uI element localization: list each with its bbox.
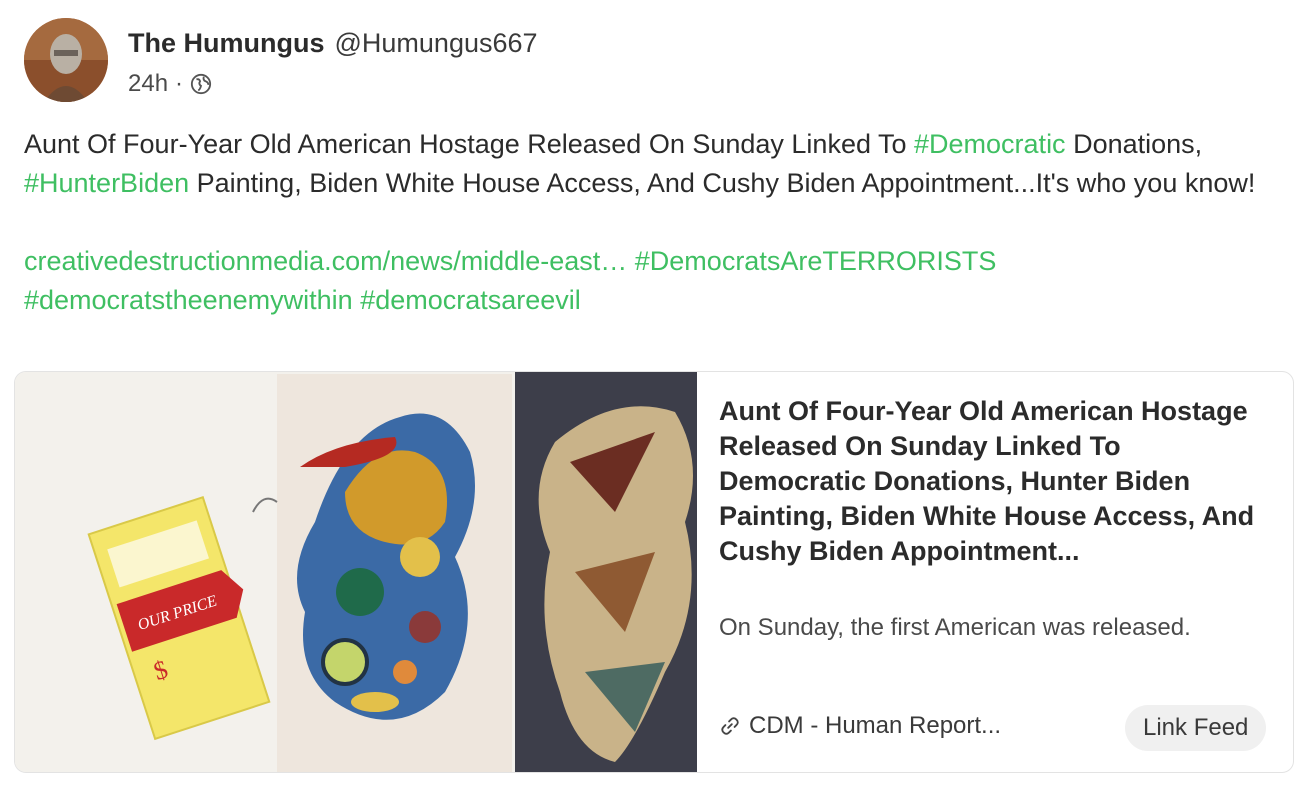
painting-image: OUR PRICE $ [15,372,697,772]
hashtag-democratstheenemywithin[interactable]: #democratstheenemywithin [24,285,353,315]
post-meta: 24h · [128,70,212,98]
avatar-image [24,18,108,102]
post-paragraph-1: Aunt Of Four-Year Old American Hostage R… [24,125,1284,203]
link-preview-card[interactable]: OUR PRICE $ Aunt Of Four-Year Old Americ… [14,371,1294,773]
post-header: The Humungus @Humungus667 24h · [24,18,1224,104]
post-text: Painting, Biden White House Access, And … [189,168,1256,198]
avatar[interactable] [24,18,108,102]
link-icon [721,717,739,735]
hashtag-democratic[interactable]: #Democratic [914,129,1066,159]
post-text: Aunt Of Four-Year Old American Hostage R… [24,129,915,159]
post-timestamp[interactable]: 24h [128,70,168,98]
hashtag-democratsareevil[interactable]: #democratsareevil [360,285,581,315]
link-preview-title[interactable]: Aunt Of Four-Year Old American Hostage R… [719,394,1259,569]
post-paragraph-2: creativedestructionmedia.com/news/middle… [24,242,1284,320]
link-preview-description: On Sunday, the first American was releas… [719,614,1191,641]
hashtag-democratsareterrorists[interactable]: #DemocratsAreTERRORISTS [635,246,997,276]
article-link[interactable]: creativedestructionmedia.com/news/middle… [24,246,627,276]
author-name-row: The Humungus @Humungus667 [128,28,538,59]
meta-separator: · [175,70,184,97]
post: The Humungus @Humungus667 24h · Aunt Of F… [0,0,1312,796]
globe-icon [190,73,212,95]
link-preview-source-label: CDM - Human Report... [749,712,1002,739]
hashtag-hunterbiden[interactable]: #HunterBiden [24,168,189,198]
link-preview-source[interactable]: CDM - Human Report... [719,712,1001,740]
post-body: Aunt Of Four-Year Old American Hostage R… [24,125,1284,320]
link-preview-image[interactable]: OUR PRICE $ [15,372,697,772]
author-handle[interactable]: @Humungus667 [335,28,538,58]
author-display-name[interactable]: The Humungus [128,28,325,58]
link-feed-button[interactable]: Link Feed [1125,705,1267,751]
post-text: Donations, [1065,129,1203,159]
